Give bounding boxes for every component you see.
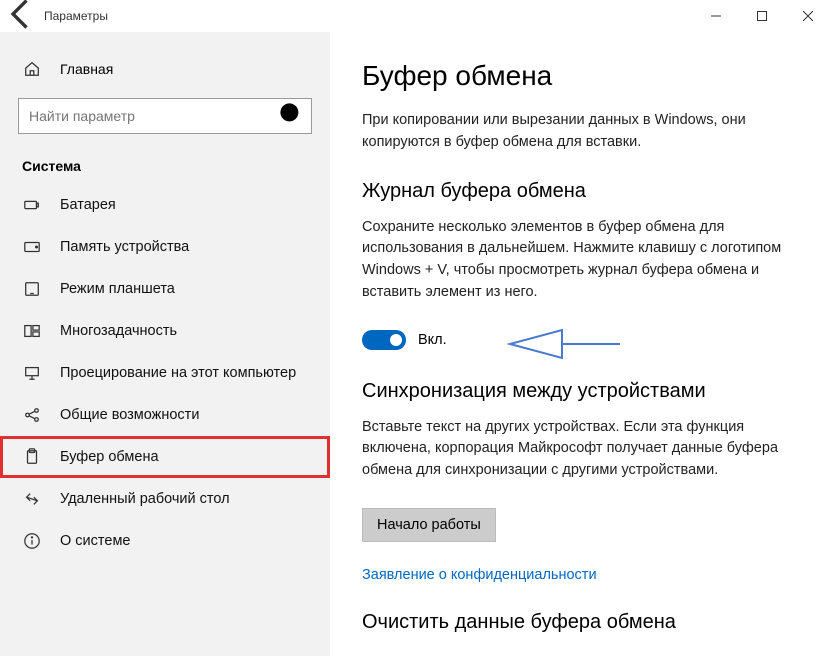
storage-icon [22, 238, 42, 256]
history-toggle[interactable] [362, 330, 406, 350]
sidebar-item-clipboard[interactable]: Буфер обмена [0, 436, 330, 478]
history-desc: Сохраните несколько элементов в буфер об… [362, 217, 792, 304]
sidebar-item-label: Буфер обмена [60, 449, 159, 465]
main-content: Буфер обмена При копировании или вырезан… [330, 32, 831, 656]
sync-desc: Вставьте текст на других устройствах. Ес… [362, 417, 792, 482]
sidebar-item-label: Память устройства [60, 239, 189, 255]
info-icon [22, 532, 42, 550]
sidebar-item-projecting[interactable]: Проецирование на этот компьютер [0, 352, 330, 394]
sidebar-item-label: Многозадачность [60, 323, 177, 339]
search-input-wrapper[interactable] [18, 98, 312, 134]
sidebar-item-label: Проецирование на этот компьютер [60, 365, 296, 381]
intro-text: При копировании или вырезании данных в W… [362, 110, 792, 154]
close-button[interactable] [785, 0, 831, 32]
get-started-button[interactable]: Начало работы [362, 508, 496, 542]
battery-icon [22, 196, 42, 214]
sidebar-item-label: Батарея [60, 197, 116, 213]
history-heading: Журнал буфера обмена [362, 180, 799, 203]
tablet-icon [22, 280, 42, 298]
sidebar-item-battery[interactable]: Батарея [0, 184, 330, 226]
shared-icon [22, 406, 42, 424]
sync-heading: Синхронизация между устройствами [362, 380, 799, 403]
home-link[interactable]: Главная [0, 50, 330, 88]
toggle-knob [390, 334, 402, 346]
remote-icon [22, 490, 42, 508]
minimize-button[interactable] [693, 0, 739, 32]
sidebar-item-storage[interactable]: Память устройства [0, 226, 330, 268]
window-title: Параметры [40, 9, 108, 23]
multitask-icon [22, 322, 42, 340]
sidebar-item-tablet[interactable]: Режим планшета [0, 268, 330, 310]
search-icon [275, 98, 311, 134]
privacy-link[interactable]: Заявление о конфиденциальности [362, 567, 597, 583]
sidebar-item-label: О системе [60, 533, 130, 549]
sidebar-item-shared[interactable]: Общие возможности [0, 394, 330, 436]
sidebar-item-label: Режим планшета [60, 281, 175, 297]
sidebar: Главная Система Батарея Память устройств… [0, 32, 330, 656]
sidebar-item-label: Удаленный рабочий стол [60, 491, 230, 507]
section-label: Система [0, 152, 330, 184]
sidebar-item-label: Общие возможности [60, 407, 199, 423]
sidebar-item-about[interactable]: О системе [0, 520, 330, 562]
home-label: Главная [60, 61, 113, 77]
sidebar-item-multitask[interactable]: Многозадачность [0, 310, 330, 352]
clipboard-icon [22, 448, 42, 466]
maximize-button[interactable] [739, 0, 785, 32]
toggle-state-label: Вкл. [418, 332, 447, 348]
titlebar: Параметры [0, 0, 831, 32]
page-title: Буфер обмена [362, 60, 799, 92]
annotation-arrow [502, 322, 622, 369]
project-icon [22, 364, 42, 382]
search-input[interactable] [19, 108, 275, 124]
home-icon [22, 60, 42, 78]
sidebar-item-remote[interactable]: Удаленный рабочий стол [0, 478, 330, 520]
clear-heading: Очистить данные буфера обмена [362, 611, 799, 634]
